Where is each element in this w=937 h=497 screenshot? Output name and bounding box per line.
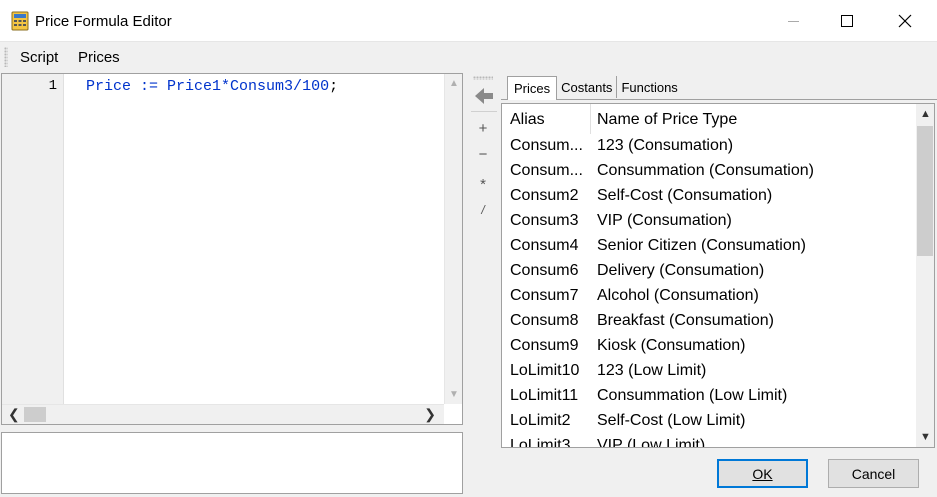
scroll-up-icon[interactable]: ▲ [449, 78, 459, 89]
editor-vertical-scrollbar[interactable]: ▲ ▼ [444, 74, 462, 404]
vertical-scroll-thumb[interactable] [917, 126, 933, 256]
list-item[interactable]: Consum8 Breakfast (Consumation) [502, 309, 916, 334]
row-price-type-name: Delivery (Consumation) [597, 262, 765, 279]
calculator-app-icon [11, 11, 29, 31]
code-expression: Price1*Consum3/ [167, 78, 303, 95]
row-alias: LoLimit10 [510, 362, 580, 379]
maximize-button[interactable] [824, 0, 870, 42]
list-vertical-scrollbar[interactable]: ▲ ▼ [916, 104, 934, 447]
message-pane [1, 432, 463, 494]
list-item[interactable]: Consum4 Senior Citizen (Consumation) [502, 234, 916, 259]
minimize-button[interactable] [770, 0, 816, 42]
row-price-type-name: Kiosk (Consumation) [597, 337, 746, 354]
list-rows: Consum... 123 (Consumation) Consum... Consu… [502, 134, 916, 448]
tab-strip: Prices Costants Functions [507, 76, 682, 100]
toolbar-grip-icon[interactable] [473, 76, 493, 80]
ok-button-label: OK [752, 465, 773, 482]
tab-functions[interactable]: Functions [617, 76, 681, 98]
list-item[interactable]: Consum6 Delivery (Consumation) [502, 259, 916, 284]
list-item[interactable]: Consum... Consummation (Consumation) [502, 159, 916, 184]
row-alias: Consum... [510, 162, 583, 179]
left-arrow-icon[interactable] [473, 85, 495, 107]
column-separator[interactable] [590, 104, 591, 134]
menu-bar: Script Prices [0, 42, 937, 72]
list-item[interactable]: Consum... 123 (Consumation) [502, 134, 916, 159]
list-item[interactable]: Consum7 Alcohol (Consumation) [502, 284, 916, 309]
close-button[interactable] [882, 0, 928, 42]
minus-operator-button[interactable]: − [469, 146, 497, 163]
editor-horizontal-scrollbar[interactable]: ❮ ❯ [2, 404, 444, 424]
cancel-button-label: Cancel [851, 465, 896, 482]
scroll-down-icon[interactable]: ▼ [920, 431, 931, 443]
row-price-type-name: Alcohol (Consumation) [597, 287, 759, 304]
minimize-icon [787, 20, 799, 22]
row-alias: Consum... [510, 137, 583, 154]
row-price-type-name: Breakfast (Consumation) [597, 312, 774, 329]
multiply-operator-button[interactable]: * [469, 176, 497, 193]
plus-operator-button[interactable]: + [469, 120, 497, 137]
operator-toolbar: + − * / [469, 73, 499, 233]
list-item[interactable]: LoLimit10 123 (Low Limit) [502, 359, 916, 384]
price-type-list[interactable]: Alias Name of Price Type Consum... 123 (C… [501, 103, 935, 448]
row-price-type-name: 123 (Consumation) [597, 137, 734, 154]
column-header-name[interactable]: Name of Price Type [597, 111, 737, 129]
code-number: 100 [302, 78, 330, 95]
row-alias: Consum2 [510, 187, 579, 204]
ok-button[interactable]: OK [717, 459, 808, 488]
toolbar-grip-icon[interactable] [4, 47, 8, 67]
tab-prices[interactable]: Prices [507, 76, 558, 100]
code-terminator: ; [329, 78, 339, 95]
row-price-type-name: Senior Citizen (Consumation) [597, 237, 806, 254]
row-alias: LoLimit11 [510, 387, 579, 404]
row-price-type-name: Consummation (Low Limit) [597, 387, 788, 404]
column-header-alias[interactable]: Alias [510, 111, 545, 129]
window-title: Price Formula Editor [35, 13, 172, 30]
close-icon [898, 14, 912, 28]
tab-costants[interactable]: Costants [557, 76, 618, 98]
row-alias: Consum9 [510, 337, 579, 354]
list-item[interactable]: Consum2 Self-Cost (Consumation) [502, 184, 916, 209]
code-assign-operator: := [131, 78, 168, 95]
toolbar-separator [471, 111, 497, 112]
list-header: Alias Name of Price Type [502, 104, 916, 134]
divide-operator-button[interactable]: / [469, 203, 497, 217]
list-item[interactable]: LoLimit2 Self-Cost (Low Limit) [502, 409, 916, 434]
list-item[interactable]: LoLimit3 VIP (Low Limit) [502, 434, 916, 448]
row-alias: Consum4 [510, 237, 579, 254]
cancel-button[interactable]: Cancel [828, 459, 919, 488]
row-price-type-name: Consummation (Consumation) [597, 162, 814, 179]
row-price-type-name: VIP (Low Limit) [597, 437, 706, 448]
title-bar: Price Formula Editor [0, 0, 937, 42]
menu-script[interactable]: Script [20, 49, 58, 66]
line-number-gutter: 1 [2, 74, 64, 404]
row-alias: Consum7 [510, 287, 579, 304]
row-alias: LoLimit3 [510, 437, 571, 448]
scroll-right-icon[interactable]: ❯ [424, 406, 436, 423]
row-alias: LoLimit2 [510, 412, 571, 429]
code-variable: Price [86, 78, 132, 95]
row-price-type-name: 123 (Low Limit) [597, 362, 707, 379]
horizontal-scroll-thumb[interactable] [24, 407, 46, 422]
row-price-type-name: Self-Cost (Low Limit) [597, 412, 746, 429]
line-number: 1 [48, 78, 57, 94]
scroll-down-icon[interactable]: ▼ [449, 389, 459, 400]
row-alias: Consum8 [510, 312, 579, 329]
code-line[interactable]: Price := Price1*Consum3/100; [86, 78, 338, 95]
maximize-icon [841, 15, 853, 27]
script-editor[interactable]: 1 Price := Price1*Consum3/100; ▲ ▼ ❮ ❯ [1, 73, 463, 425]
row-price-type-name: Self-Cost (Consumation) [597, 187, 773, 204]
menu-prices[interactable]: Prices [78, 49, 120, 66]
row-price-type-name: VIP (Consumation) [597, 212, 732, 229]
scroll-left-icon[interactable]: ❮ [8, 406, 20, 423]
scroll-up-icon[interactable]: ▲ [920, 108, 931, 120]
list-item[interactable]: Consum9 Kiosk (Consumation) [502, 334, 916, 359]
row-alias: Consum3 [510, 212, 579, 229]
list-item[interactable]: LoLimit11 Consummation (Low Limit) [502, 384, 916, 409]
row-alias: Consum6 [510, 262, 579, 279]
list-item[interactable]: Consum3 VIP (Consumation) [502, 209, 916, 234]
